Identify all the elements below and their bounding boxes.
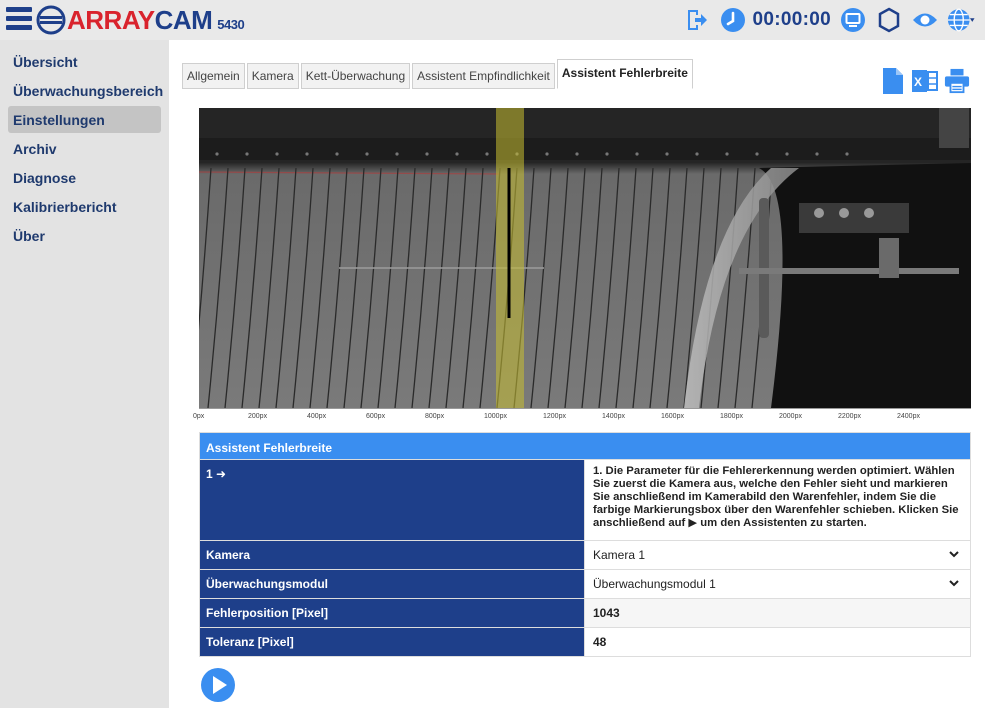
tab-kett-ueberwachung[interactable]: Kett-Überwachung <box>300 63 411 89</box>
toolbar: X <box>874 66 970 96</box>
fehlerposition-value[interactable]: 1043 <box>585 599 971 627</box>
scale-label: 200px <box>248 413 268 420</box>
kamera-label: Kamera <box>199 541 585 569</box>
document-icon[interactable] <box>880 66 906 96</box>
model-number: 5430 <box>217 17 245 32</box>
globe-icon[interactable] <box>947 6 975 34</box>
tab-assistent-empfindlichkeit[interactable]: Assistent Empfindlichkeit <box>412 63 555 89</box>
sidebar-item-kalibrierbericht[interactable]: Kalibrierbericht <box>8 193 161 220</box>
tab-allgemein[interactable]: Allgemein <box>182 63 245 89</box>
header-actions: 00:00:00 <box>675 6 975 34</box>
scale-label: 400px <box>307 413 327 420</box>
menu-icon[interactable] <box>6 7 32 31</box>
brand-part-array: ARRAY <box>67 5 155 35</box>
wizard-step-text: 1. Die Parameter für die Fehlererkennung… <box>585 460 971 540</box>
sidebar-item-einstellungen[interactable]: Einstellungen <box>8 106 161 133</box>
scale-label: 2000px <box>779 413 802 420</box>
camera-image[interactable] <box>199 108 971 408</box>
logout-icon[interactable] <box>683 6 711 34</box>
scale-label: 800px <box>425 413 445 420</box>
sidebar-item-uebersicht[interactable]: Übersicht <box>8 48 161 75</box>
caret-down-icon <box>970 17 975 22</box>
scale-label: 1800px <box>720 413 743 420</box>
toleranz-value[interactable]: 48 <box>585 628 971 656</box>
sidebar-item-ueberwachungsbereich[interactable]: Überwachungsbereich <box>8 77 163 104</box>
brand-part-cam: CAM <box>154 5 213 35</box>
scale-label: 1200px <box>543 413 566 420</box>
scale-label: 1400px <box>602 413 625 420</box>
chevron-down-icon <box>949 580 959 587</box>
scale-label: 2400px <box>897 413 920 420</box>
excel-icon[interactable]: X <box>912 66 938 96</box>
tab-kamera[interactable]: Kamera <box>246 63 299 89</box>
brand-title: ARRAYCAM 5430 <box>67 5 245 36</box>
clock-icon <box>719 6 747 34</box>
logo-icon <box>36 5 66 35</box>
session-timer: 00:00:00 <box>752 9 831 30</box>
wizard-step-row: 1 ➜ 1. Die Parameter für die Fehlererken… <box>199 460 971 541</box>
row-ueberwachungsmodul: Überwachungsmodul Überwachungsmodul 1 <box>199 570 971 599</box>
scale-label: 600px <box>366 413 386 420</box>
settings-tabs: Allgemein Kamera Kett-Überwachung Assist… <box>182 59 695 89</box>
eye-icon[interactable] <box>911 6 939 34</box>
kamera-select[interactable]: Kamera 1 <box>585 541 971 569</box>
sidebar-item-archiv[interactable]: Archiv <box>8 135 161 162</box>
modul-select-value: Überwachungsmodul 1 <box>593 577 716 591</box>
chevron-down-icon <box>949 551 959 558</box>
top-header: ARRAYCAM 5430 00:00:00 <box>0 0 985 40</box>
sidebar-item-ueber[interactable]: Über <box>8 222 161 249</box>
svg-text:X: X <box>914 75 922 89</box>
wizard-title: Assistent Fehlerbreite <box>199 432 971 460</box>
monitor-icon[interactable] <box>839 6 867 34</box>
wizard-panel: Assistent Fehlerbreite 1 ➜ 1. Die Parame… <box>199 432 971 657</box>
gear-icon[interactable] <box>875 6 903 34</box>
print-icon[interactable] <box>944 66 970 96</box>
fehlerposition-label: Fehlerposition [Pixel] <box>199 599 585 627</box>
modul-select[interactable]: Überwachungsmodul 1 <box>585 570 971 598</box>
scale-label: 1000px <box>484 413 507 420</box>
row-toleranz: Toleranz [Pixel] 48 <box>199 628 971 657</box>
row-kamera: Kamera Kamera 1 <box>199 541 971 570</box>
row-fehlerposition: Fehlerposition [Pixel] 1043 <box>199 599 971 628</box>
wizard-step-label: 1 ➜ <box>199 460 585 540</box>
play-button[interactable] <box>200 667 236 703</box>
modul-label: Überwachungsmodul <box>199 570 585 598</box>
scale-label: 0px <box>193 413 205 420</box>
scale-label: 2200px <box>838 413 861 420</box>
pixel-scale: 0px 200px 400px 600px 800px 1000px 1200px 1400p… <box>193 408 971 426</box>
scale-label: 1600px <box>661 413 684 420</box>
sidebar-item-diagnose[interactable]: Diagnose <box>8 164 161 191</box>
tab-assistent-fehlerbreite[interactable]: Assistent Fehlerbreite <box>556 59 693 89</box>
kamera-select-value: Kamera 1 <box>593 548 646 562</box>
toleranz-label: Toleranz [Pixel] <box>199 628 585 656</box>
sidebar: Übersicht Überwachungsbereich Einstellun… <box>0 40 169 708</box>
